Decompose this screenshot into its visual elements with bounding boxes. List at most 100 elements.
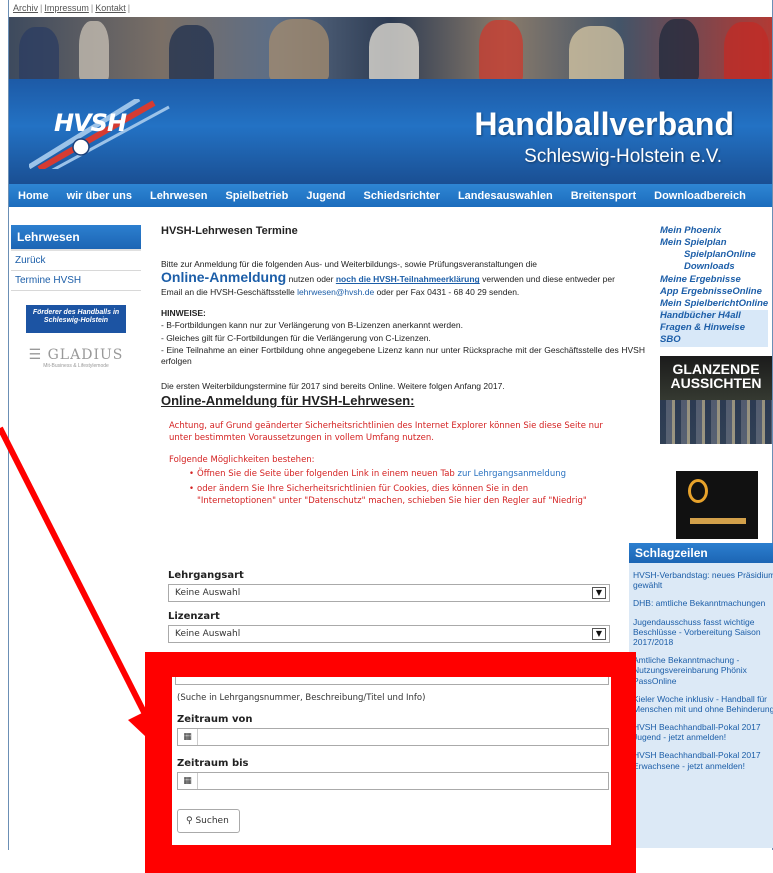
intro-mid: nutzen oder xyxy=(286,274,336,285)
lehrgangsanmeldung-link[interactable]: zur Lehrgangsanmeldung xyxy=(458,469,566,479)
right-column: Mein Phoenix Mein Spielplan SpielplanOnl… xyxy=(660,225,773,539)
intro-end: verwenden und diese entweder per xyxy=(479,274,615,285)
top-links-bar: Archiv | Impressum | Kontakt | xyxy=(9,0,772,17)
search-icon: ⚲ xyxy=(186,816,193,826)
link-handbuecher-h4all[interactable]: Handbücher H4all xyxy=(660,310,768,323)
news-item[interactable]: HVSH-Verbandstag: neues Präsidium gewähl… xyxy=(633,570,773,590)
lizenzart-select[interactable]: Keine Auswahl ▼ xyxy=(168,625,610,643)
search-input[interactable] xyxy=(175,677,609,685)
ie-warning-text: Achtung, auf Grund geänderter Sicherheit… xyxy=(169,420,603,443)
beachhandball-banner[interactable] xyxy=(676,470,758,539)
kontakt-link[interactable]: Kontakt xyxy=(95,3,126,13)
sponsor-banner-foerderer[interactable]: Förderer des Handballs in Schleswig-Hols… xyxy=(26,305,126,333)
team-photo xyxy=(660,399,772,444)
left-sidebar: Lehrwesen Zurück Termine HVSH Förderer d… xyxy=(11,225,141,369)
nav-jugend[interactable]: Jugend xyxy=(297,190,354,202)
beach-logo-icon xyxy=(688,478,708,503)
glanzende-aussichten-banner[interactable]: GLANZENDE AUSSICHTEN xyxy=(660,355,772,444)
hints-title: HINWEISE: xyxy=(161,307,206,318)
lizenzart-label: Lizenzart xyxy=(168,611,220,622)
options-intro: Folgende Möglichkeiten bestehen: xyxy=(169,455,315,466)
online-anmeldung-heading: Online-Anmeldung für HVSH-Lehrwesen: xyxy=(161,393,415,409)
archiv-link[interactable]: Archiv xyxy=(13,3,38,13)
main-navigation: Home wir über uns Lehrwesen Spielbetrieb… xyxy=(9,184,772,207)
info-text: Die ersten Weiterbildungstermine für 201… xyxy=(161,380,505,391)
schlagzeilen-title: Schlagzeilen xyxy=(629,543,773,563)
nav-spielbetrieb[interactable]: Spielbetrieb xyxy=(216,190,297,202)
nav-schiedsrichter[interactable]: Schiedsrichter xyxy=(355,190,449,202)
news-item[interactable]: HVSH Beachhandball-Pokal 2017 Erwachsene… xyxy=(633,750,773,770)
nav-wir-ueber-uns[interactable]: wir über uns xyxy=(58,190,141,202)
intro-line1: Bitte zur Anmeldung für die folgenden Au… xyxy=(161,258,537,269)
main-content: HVSH-Lehrwesen Termine Bitte zur Anmeldu… xyxy=(161,225,645,509)
link-fragen-hinweise-sbo[interactable]: Fragen & Hinweise SBO xyxy=(660,322,768,347)
option-new-tab: Öffnen Sie die Seite über folgenden Link… xyxy=(189,468,609,481)
search-button[interactable]: ⚲ Suchen xyxy=(177,809,240,833)
zeitraum-bis-input[interactable]: ▦ xyxy=(177,772,609,790)
site-title: Handballverband xyxy=(474,106,734,142)
link-mein-spielberichtonline[interactable]: Mein SpielberichtOnline xyxy=(660,298,773,310)
link-spielplanonline[interactable]: SpielplanOnline xyxy=(660,249,773,261)
calendar-icon[interactable]: ▦ xyxy=(178,729,198,745)
option-security-settings: oder ändern Sie Ihre Sicherheitsrichtlin… xyxy=(189,483,609,508)
search-hint-text: (Suche in Lehrgangsnummer, Beschreibung/… xyxy=(177,693,426,703)
hint-item: - B-Fortbildungen kann nur zur Verlänger… xyxy=(161,320,463,331)
intro-line2-end: oder per Fax 0431 - 68 40 29 senden. xyxy=(374,286,520,297)
chevron-down-icon: ▼ xyxy=(592,628,606,640)
news-item[interactable]: Amtliche Bekanntmachung - Nutzungsverein… xyxy=(633,655,773,686)
lehrgangsart-select[interactable]: Keine Auswahl ▼ xyxy=(168,584,610,602)
lehrgangsart-label: Lehrgangsart xyxy=(168,570,244,581)
banner-line2: AUSSICHTEN xyxy=(670,375,762,392)
sidebar-item-termine-hvsh[interactable]: Termine HVSH xyxy=(11,271,141,291)
ie-warning-box: Achtung, auf Grund geänderter Sicherheit… xyxy=(169,420,609,508)
sidebar-title: Lehrwesen xyxy=(11,225,141,251)
news-item[interactable]: HVSH Beachhandball-Pokal 2017 Jugend - j… xyxy=(633,722,773,742)
news-item[interactable]: Jugendausschuss fasst wichtige Beschlüss… xyxy=(633,617,773,648)
sponsor-logo-gladius[interactable]: ☰ GLADIUS Mit-Business & Lifestylemode xyxy=(24,347,128,369)
site-subtitle: Schleswig-Holstein e.V. xyxy=(524,146,722,167)
calendar-icon[interactable]: ▦ xyxy=(178,773,198,789)
zeitraum-von-input[interactable]: ▦ xyxy=(177,728,609,746)
site-header: HVSH Handballverband Schleswig-Holstein … xyxy=(9,79,772,184)
page-title: HVSH-Lehrwesen Termine xyxy=(161,225,298,237)
schlagzeilen-box: Schlagzeilen HVSH-Verbandstag: neues Prä… xyxy=(629,543,773,848)
link-mein-phoenix[interactable]: Mein Phoenix xyxy=(660,225,773,237)
banner-line1: GLANZENDE xyxy=(672,360,760,377)
gladius-name: GLADIUS xyxy=(47,347,124,363)
zeitraum-von-label: Zeitraum von xyxy=(177,714,253,725)
lehrgangsart-value: Keine Auswahl xyxy=(175,588,241,598)
photo-banner xyxy=(9,17,772,79)
nav-lehrwesen[interactable]: Lehrwesen xyxy=(141,190,216,202)
course-search-form: Lehrgangsart Keine Auswahl ▼ Lizenzart K… xyxy=(168,570,613,643)
nav-home[interactable]: Home xyxy=(9,190,58,202)
email-link[interactable]: lehrwesen@hvsh.de xyxy=(297,287,374,297)
nav-downloadbereich[interactable]: Downloadbereich xyxy=(645,190,755,202)
link-mein-spielplan[interactable]: Mein Spielplan xyxy=(660,237,773,249)
schlagzeilen-list: HVSH-Verbandstag: neues Präsidium gewähl… xyxy=(629,563,773,848)
impressum-link[interactable]: Impressum xyxy=(44,3,89,13)
option1-text: Öffnen Sie die Seite über folgenden Link… xyxy=(197,469,458,480)
lizenzart-value: Keine Auswahl xyxy=(175,629,241,639)
nav-breitensport[interactable]: Breitensport xyxy=(562,190,645,202)
sidebar-item-zurueck[interactable]: Zurück xyxy=(11,251,141,271)
online-anmeldung-label: Online-Anmeldung xyxy=(161,269,287,286)
options-list: Öffnen Sie die Seite über folgenden Link… xyxy=(169,468,609,507)
link-meine-ergebnisse[interactable]: Meine Ergebnisse xyxy=(660,274,773,286)
hvsh-logo[interactable]: HVSH xyxy=(54,109,127,137)
chevron-down-icon: ▼ xyxy=(592,587,606,599)
teilnahmeerklaerung-link[interactable]: noch die HVSH-Teilnahmeerklärung xyxy=(336,274,480,284)
intro-text: Bitte zur Anmeldung für die folgenden Au… xyxy=(161,259,645,298)
search-button-label: Suchen xyxy=(195,816,229,826)
link-app-ergebnisseonline[interactable]: App ErgebnisseOnline xyxy=(660,286,773,298)
gladius-mark-icon: ☰ xyxy=(28,347,43,363)
gladius-tagline: Mit-Business & Lifestylemode xyxy=(43,363,109,369)
search-section: (Suche in Lehrgangsnummer, Beschreibung/… xyxy=(172,677,611,845)
link-downloads[interactable]: Downloads xyxy=(660,261,773,273)
hint-item: - Eine Teilnahme an einer Fortbildung oh… xyxy=(161,345,645,366)
zeitraum-bis-label: Zeitraum bis xyxy=(177,758,249,769)
nav-landesauswahlen[interactable]: Landesauswahlen xyxy=(449,190,562,202)
news-item[interactable]: Kieler Woche inklusiv - Handball für Men… xyxy=(633,694,773,714)
news-item[interactable]: DHB: amtliche Bekanntmachungen xyxy=(633,598,773,608)
hint-item: - Gleiches gilt für C-Fortbildungen für … xyxy=(161,332,431,343)
beach-date-bar xyxy=(690,517,746,524)
